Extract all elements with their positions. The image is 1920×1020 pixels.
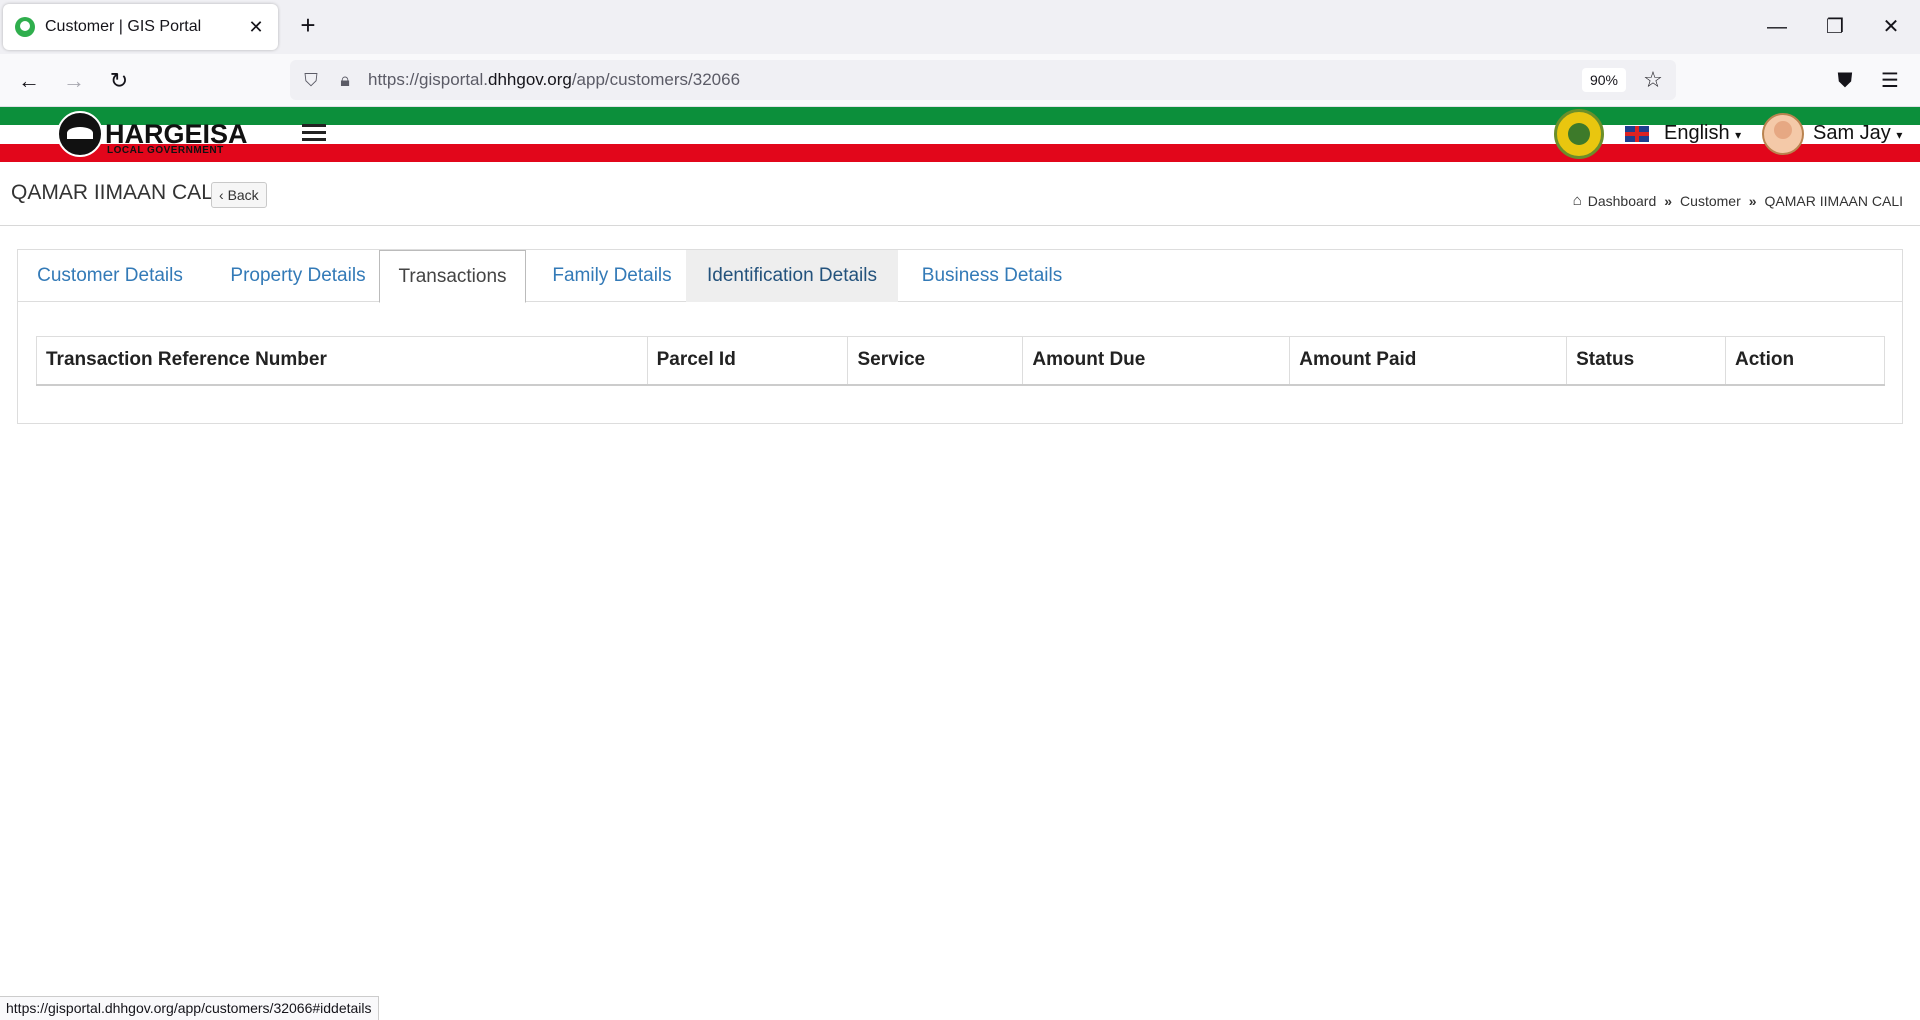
table-header-row: Transaction Reference Number Parcel Id S…	[36, 336, 1885, 386]
shield-icon[interactable]: ⛉	[294, 70, 328, 91]
browser-navbar: ← → ↻ ⛉ 🔒︎ https://gisportal.dhhgov.org/…	[0, 54, 1920, 107]
browser-status-url: https://gisportal.dhhgov.org/app/custome…	[0, 996, 379, 1020]
pocket-icon[interactable]: ⛊	[1828, 64, 1862, 98]
transactions-table: Transaction Reference Number Parcel Id S…	[36, 336, 1885, 386]
tab-family-details[interactable]: Family Details	[530, 250, 694, 302]
language-dropdown[interactable]: English ▾	[1664, 122, 1741, 145]
uk-flag-icon[interactable]	[1625, 126, 1649, 142]
column-amount-paid[interactable]: Amount Paid	[1289, 336, 1568, 386]
url-path: /app/customers/32066	[571, 70, 741, 89]
column-service[interactable]: Service	[847, 336, 1024, 386]
back-button[interactable]: ‹ Back	[211, 182, 267, 208]
breadcrumb-current: QAMAR IIMAAN CALI	[1764, 192, 1903, 209]
restore-icon[interactable]: ❐	[1820, 12, 1850, 42]
url-host: dhhgov.org	[488, 70, 572, 89]
menu-icon[interactable]: ☰	[1873, 64, 1907, 98]
breadcrumb-customer[interactable]: Customer	[1680, 193, 1741, 209]
language-label: English	[1664, 122, 1730, 144]
url-prefix: https://gisportal.	[368, 70, 489, 89]
minimize-icon[interactable]: —	[1762, 12, 1792, 42]
browser-tab-title: Customer | GIS Portal	[45, 18, 202, 35]
flag-stripe-green	[0, 107, 1920, 125]
column-parcel-id[interactable]: Parcel Id	[646, 336, 849, 386]
site-logo[interactable]: HARGEISA LOCAL GOVERNMENT	[0, 107, 280, 162]
forward-arrow-icon[interactable]: →	[57, 64, 91, 98]
browser-tab[interactable]: Customer | GIS Portal ✕	[3, 4, 278, 50]
avatar[interactable]	[1762, 113, 1804, 155]
lock-icon[interactable]: 🔒︎	[328, 70, 362, 91]
tab-customer-details[interactable]: Customer Details	[18, 250, 202, 302]
home-icon: ⌂	[1572, 192, 1582, 209]
new-tab-icon[interactable]: +	[294, 12, 322, 40]
column-status[interactable]: Status	[1566, 336, 1727, 386]
user-name: Sam Jay	[1813, 122, 1891, 144]
breadcrumb: ⌂ Dashboard » Customer » QAMAR IIMAAN CA…	[1573, 192, 1903, 209]
government-seal-icon	[1554, 109, 1604, 159]
bookmark-star-icon[interactable]: ☆	[1636, 67, 1670, 93]
site-favicon-icon	[15, 17, 35, 37]
user-dropdown[interactable]: Sam Jay ▾	[1813, 122, 1902, 145]
tab-property-details[interactable]: Property Details	[202, 250, 394, 302]
address-bar[interactable]: ⛉ 🔒︎ https://gisportal.dhhgov.org/app/cu…	[290, 60, 1676, 100]
caret-down-icon: ▾	[1896, 128, 1903, 142]
detail-tabs: Customer Details Property Details Transa…	[18, 250, 1902, 303]
site-header: HARGEISA LOCAL GOVERNMENT English ▾ Sam …	[0, 107, 1920, 162]
sidebar-toggle-icon[interactable]	[302, 124, 326, 144]
column-action[interactable]: Action	[1725, 336, 1885, 386]
breadcrumb-separator: »	[1664, 192, 1673, 209]
back-arrow-icon[interactable]: ←	[12, 64, 46, 98]
browser-tabstrip: Customer | GIS Portal ✕ + — ❐ ✕	[0, 0, 1920, 54]
tab-transactions[interactable]: Transactions	[379, 250, 526, 303]
close-window-icon[interactable]: ✕	[1876, 12, 1906, 42]
logo-emblem-icon	[57, 111, 103, 157]
caret-down-icon: ▾	[1735, 128, 1742, 142]
page-heading: QAMAR IIMAAN CALI ‹ Back ⌂ Dashboard » C…	[0, 162, 1920, 226]
breadcrumb-dashboard[interactable]: Dashboard	[1588, 193, 1657, 209]
tab-identification-details[interactable]: Identification Details	[686, 250, 898, 302]
column-transaction-reference[interactable]: Transaction Reference Number	[36, 336, 648, 386]
reload-icon[interactable]: ↻	[102, 64, 136, 98]
customer-panel: Customer Details Property Details Transa…	[17, 249, 1903, 424]
flag-stripe-red	[0, 144, 1920, 162]
breadcrumb-separator: »	[1748, 192, 1757, 209]
logo-subtitle: LOCAL GOVERNMENT	[107, 145, 224, 156]
column-amount-due[interactable]: Amount Due	[1022, 336, 1291, 386]
url-text[interactable]: https://gisportal.dhhgov.org/app/custome…	[368, 70, 1582, 90]
tab-business-details[interactable]: Business Details	[898, 250, 1086, 302]
chevron-left-icon: ‹	[219, 187, 224, 203]
close-tab-icon[interactable]: ✕	[246, 17, 266, 38]
back-button-label: Back	[227, 187, 259, 203]
zoom-level-badge[interactable]: 90%	[1581, 68, 1626, 92]
page-title: QAMAR IIMAAN CALI	[11, 181, 219, 204]
